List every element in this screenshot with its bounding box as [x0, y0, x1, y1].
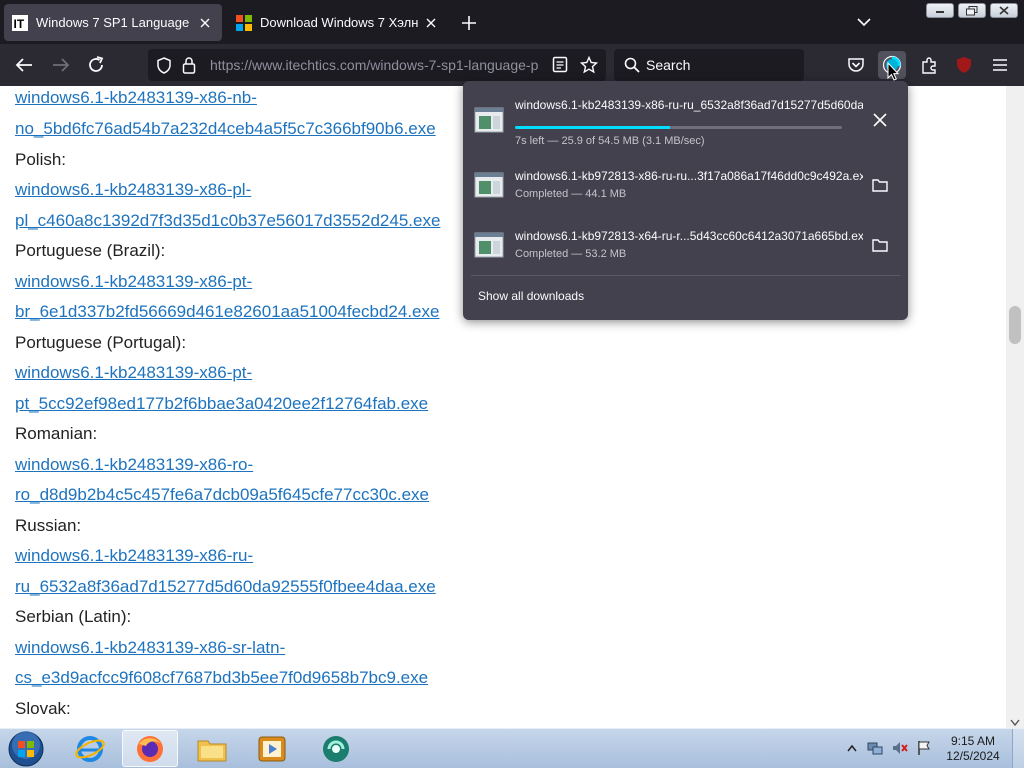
- download-item[interactable]: windows6.1-kb972813-x64-ru-r...5d43cc60c…: [463, 214, 908, 274]
- download-link[interactable]: windows6.1-kb2483139-x86-nb-: [15, 88, 257, 108]
- network-icon[interactable]: [866, 739, 884, 757]
- reload-icon[interactable]: [84, 53, 108, 77]
- download-link[interactable]: ru_6532a8f36ad7d15277d5d60da92555f0fbee4…: [15, 577, 436, 597]
- download-link[interactable]: windows6.1-kb2483139-x86-pl-: [15, 180, 251, 200]
- back-arrow-icon[interactable]: [12, 53, 36, 77]
- tab-label: Download Windows 7 Хэлний Б: [260, 15, 418, 30]
- language-label: Portuguese (Portugal):: [15, 333, 187, 352]
- clock-time: 9:15 AM: [950, 734, 996, 748]
- clock-date: 12/5/2024: [946, 749, 1000, 763]
- downloads-panel: windows6.1-kb2483139-x86-ru-ru_6532a8f36…: [463, 81, 908, 320]
- file-explorer-icon[interactable]: [184, 730, 240, 767]
- download-filename: windows6.1-kb2483139-x86-ru-ru_6532a8f36…: [515, 98, 863, 112]
- tab-download-windows7[interactable]: Download Windows 7 Хэлний Б: [228, 4, 448, 41]
- download-status: Completed — 53.2 MB: [515, 248, 627, 260]
- installer-file-icon: [474, 232, 504, 258]
- media-player-icon[interactable]: [244, 730, 300, 767]
- internet-explorer-icon[interactable]: [62, 730, 118, 767]
- action-center-flag-icon[interactable]: [915, 739, 933, 757]
- cancel-icon[interactable]: [869, 109, 891, 131]
- system-clock[interactable]: 9:15 AM 12/5/2024: [944, 734, 1002, 764]
- search-bar[interactable]: Search: [614, 49, 804, 81]
- forward-arrow-icon[interactable]: [49, 53, 73, 77]
- download-link[interactable]: cs_e3d9acfcc9f608cf7687bd3b5ee7f0d9658b7…: [15, 668, 428, 688]
- download-link[interactable]: windows6.1-kb2483139-x86-pt-: [15, 363, 252, 383]
- search-icon: [624, 57, 640, 78]
- address-bar[interactable]: https://www.itechtics.com/windows-7-sp1-…: [148, 49, 606, 81]
- close-tab-icon[interactable]: [422, 14, 440, 32]
- download-link[interactable]: pl_c460a8c1392d7f3d35d1c0b37e56017d3552d…: [15, 211, 440, 231]
- close-tab-icon[interactable]: [196, 14, 214, 32]
- download-link[interactable]: windows6.1-kb2483139-x86-sr-latn-: [15, 638, 285, 658]
- url-text[interactable]: https://www.itechtics.com/windows-7-sp1-…: [210, 57, 544, 73]
- windows-start-orb-icon: [8, 731, 44, 767]
- download-progress-fill: [515, 126, 671, 129]
- language-label: Portuguese (Brazil):: [15, 241, 166, 260]
- show-all-downloads-link[interactable]: Show all downloads: [478, 289, 584, 303]
- minimize-window-button[interactable]: [926, 3, 954, 18]
- language-label: Serbian (Latin):: [15, 607, 132, 626]
- download-item[interactable]: windows6.1-kb972813-x86-ru-ru...3f17a086…: [463, 154, 908, 214]
- download-status: Completed — 44.1 MB: [515, 188, 627, 200]
- restore-window-button[interactable]: [958, 3, 986, 18]
- new-tab-plus-icon[interactable]: [458, 12, 480, 34]
- language-label: Russian:: [15, 516, 82, 535]
- download-filename: windows6.1-kb972813-x86-ru-ru...3f17a086…: [515, 169, 863, 183]
- vertical-scrollbar[interactable]: [1006, 86, 1024, 728]
- mouse-cursor-icon: [887, 61, 900, 86]
- lock-icon[interactable]: [182, 56, 196, 79]
- show-desktop-button[interactable]: [1012, 729, 1024, 768]
- download-link[interactable]: windows6.1-kb2483139-x86-pt-: [15, 272, 252, 292]
- installer-file-icon: [474, 172, 504, 198]
- download-link[interactable]: windows6.1-kb2483139-x86-ru-: [15, 546, 253, 566]
- bookmark-star-icon[interactable]: [579, 55, 599, 79]
- panel-divider: [471, 275, 900, 276]
- search-placeholder: Search: [646, 57, 691, 73]
- app-icon[interactable]: [308, 730, 364, 767]
- download-filename: windows6.1-kb972813-x64-ru-r...5d43cc60c…: [515, 229, 863, 243]
- tab-label: Windows 7 SP1 Language Packs: [36, 15, 192, 30]
- scrollbar-thumb[interactable]: [1009, 306, 1021, 344]
- start-button[interactable]: [6, 730, 46, 768]
- itechtics-favicon-icon: IT: [12, 14, 28, 31]
- language-label: Polish:: [15, 150, 67, 169]
- language-label: Romanian:: [15, 424, 98, 443]
- firefox-icon[interactable]: [122, 730, 178, 767]
- download-link[interactable]: pt_5cc92ef98ed177b2f6bbae3a0420ee2f12764…: [15, 394, 428, 414]
- folder-icon[interactable]: [869, 174, 891, 196]
- chevron-down-icon[interactable]: [854, 12, 874, 32]
- pocket-icon[interactable]: [844, 53, 868, 77]
- microsoft-favicon-icon: [236, 14, 252, 31]
- download-progress-bar: [515, 126, 842, 129]
- hamburger-menu-icon[interactable]: [988, 53, 1012, 77]
- show-hidden-icons-chevron-icon[interactable]: [843, 739, 861, 757]
- installer-file-icon: [474, 107, 504, 133]
- shield-icon[interactable]: [156, 57, 172, 79]
- navigation-toolbar: https://www.itechtics.com/windows-7-sp1-…: [0, 44, 1024, 106]
- windows-taskbar: 9:15 AM 12/5/2024: [0, 728, 1024, 768]
- extensions-puzzle-icon[interactable]: [917, 53, 941, 77]
- language-label: Slovak:: [15, 699, 71, 718]
- download-status: 7s left — 25.9 of 54.5 MB (3.1 MB/sec): [515, 135, 705, 147]
- download-item[interactable]: windows6.1-kb2483139-x86-ru-ru_6532a8f36…: [463, 89, 908, 149]
- download-link[interactable]: ro_d8d9b2b4c5c457fe6a7dcb09a5f645cfe77cc…: [15, 485, 429, 505]
- ublock-shield-icon[interactable]: [952, 53, 976, 77]
- reader-view-icon[interactable]: [552, 56, 568, 78]
- tab-language-packs[interactable]: IT Windows 7 SP1 Language Packs: [4, 4, 222, 41]
- svg-text:IT: IT: [14, 17, 25, 31]
- folder-icon[interactable]: [869, 234, 891, 256]
- close-window-button[interactable]: [990, 3, 1018, 18]
- download-link[interactable]: windows6.1-kb2483139-x86-ro-: [15, 455, 253, 475]
- download-link[interactable]: no_5bd6fc76ad54b7a232d4ceb4a5f5c7c366bf9…: [15, 119, 436, 139]
- volume-muted-icon[interactable]: [891, 739, 909, 757]
- tab-strip: IT Windows 7 SP1 Language Packs Download…: [0, 0, 1024, 44]
- download-link[interactable]: br_6e1d337b2fd56669d461e82601aa51004fecb…: [15, 302, 439, 322]
